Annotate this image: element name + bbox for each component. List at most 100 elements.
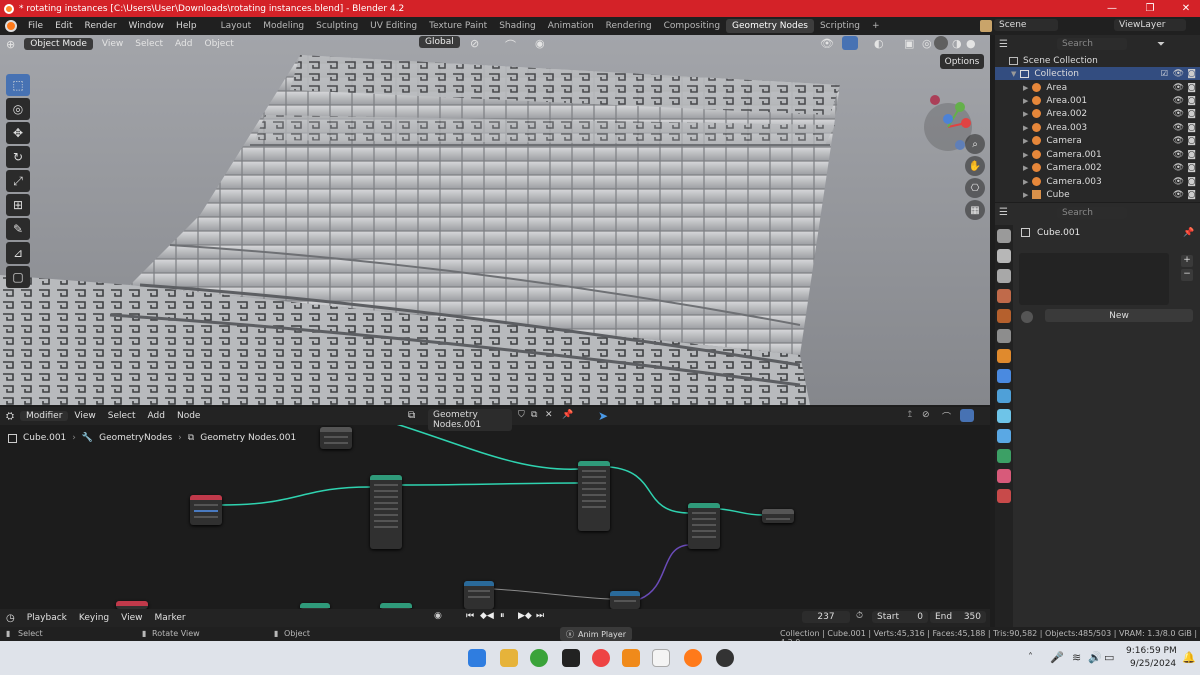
- menu-render[interactable]: Render: [79, 21, 123, 31]
- filter-icon[interactable]: ⏷: [1157, 39, 1165, 50]
- snipping-tool-icon[interactable]: [652, 649, 670, 667]
- tab-animation[interactable]: Animation: [542, 19, 600, 33]
- view-layer-tab-icon[interactable]: [997, 289, 1011, 303]
- outliner-row[interactable]: ▶ Area.002 👁 ◙: [995, 107, 1200, 120]
- checkbox-icon[interactable]: ☑: [1161, 69, 1168, 78]
- view-layer-selector[interactable]: ViewLayer: [1114, 19, 1186, 31]
- node-transform-geometry[interactable]: [370, 475, 402, 549]
- scene-selector[interactable]: Scene: [994, 19, 1058, 31]
- texture-tab-icon[interactable]: [997, 489, 1011, 503]
- node-combine-xyz[interactable]: [610, 591, 640, 609]
- menu-add[interactable]: Add: [142, 411, 171, 421]
- menu-object[interactable]: Object: [198, 39, 239, 49]
- app-a-icon[interactable]: [562, 649, 580, 667]
- output-tab-icon[interactable]: [997, 269, 1011, 283]
- outliner-row[interactable]: ▶ Camera.002 👁 ◙: [995, 161, 1200, 174]
- visibility-icon[interactable]: 👁: [820, 37, 834, 50]
- modifier-tab-icon[interactable]: [997, 369, 1011, 383]
- menu-select[interactable]: Select: [129, 39, 169, 49]
- outliner-search-input[interactable]: Search: [1057, 38, 1127, 50]
- render-camera-icon[interactable]: ◙: [1187, 69, 1196, 79]
- solid-shading-icon[interactable]: [934, 36, 948, 50]
- menu-playback[interactable]: Playback: [21, 613, 73, 623]
- scene-tab-icon[interactable]: [997, 309, 1011, 323]
- tool-tab-icon[interactable]: [997, 229, 1011, 243]
- annotate-tool-icon[interactable]: ✎: [6, 218, 30, 240]
- xbox-icon[interactable]: [530, 649, 548, 667]
- close-button[interactable]: ✕: [1174, 0, 1198, 17]
- menu-window[interactable]: Window: [123, 21, 171, 31]
- jump-start-icon[interactable]: ⏮: [466, 611, 474, 621]
- speaker-icon[interactable]: 🔊: [1088, 651, 1102, 664]
- node-group-output[interactable]: [762, 509, 794, 523]
- tab-rendering[interactable]: Rendering: [600, 19, 658, 33]
- jump-end-icon[interactable]: ⏭: [536, 611, 544, 621]
- add-slot-button[interactable]: +: [1181, 255, 1193, 267]
- node-value[interactable]: [320, 427, 352, 449]
- outliner-row[interactable]: ▶ Area.003 👁 ◙: [995, 121, 1200, 134]
- add-workspace-button[interactable]: +: [866, 19, 886, 33]
- 3d-viewport[interactable]: [0, 35, 990, 405]
- zoom-icon[interactable]: ⌕: [965, 134, 985, 154]
- object-tab-icon[interactable]: [997, 349, 1011, 363]
- outliner-row-scene-collection[interactable]: Scene Collection: [995, 54, 1200, 67]
- render-camera-icon[interactable]: ◙: [1187, 163, 1196, 173]
- menu-select[interactable]: Select: [102, 411, 142, 421]
- menu-keying[interactable]: Keying: [73, 613, 115, 623]
- proportional-edit-icon[interactable]: ◉: [535, 37, 545, 50]
- start-frame-field[interactable]: Start 0: [872, 611, 928, 623]
- outliner-editor-icon[interactable]: ☰: [999, 39, 1008, 50]
- minimize-button[interactable]: —: [1100, 0, 1124, 17]
- chevron-up-icon[interactable]: ˄: [1028, 652, 1033, 663]
- overlay-icon[interactable]: ◐: [874, 37, 884, 50]
- rendered-shading-icon[interactable]: ●: [966, 37, 976, 50]
- wifi-icon[interactable]: ≋: [1072, 651, 1081, 664]
- timeline-editor-icon[interactable]: ◷: [0, 613, 21, 624]
- options-dropdown[interactable]: Options: [940, 54, 984, 69]
- outliner-row[interactable]: ▶ Area.001 👁 ◙: [995, 94, 1200, 107]
- material-sphere-icon[interactable]: [1021, 311, 1033, 323]
- menu-add[interactable]: Add: [169, 39, 198, 49]
- editor-type-icon[interactable]: ⊕: [0, 38, 21, 51]
- properties-search-input[interactable]: Search: [1057, 207, 1127, 219]
- vlc-icon[interactable]: [622, 649, 640, 667]
- fake-user-shield-icon[interactable]: ⛉: [518, 410, 525, 420]
- node-math[interactable]: [464, 581, 494, 609]
- perspective-grid-icon[interactable]: ▦: [965, 200, 985, 220]
- scale-tool-icon[interactable]: ⤢: [6, 170, 30, 192]
- constraints-tab-icon[interactable]: [997, 429, 1011, 443]
- record-icon[interactable]: ◉: [434, 611, 442, 621]
- unlink-x-icon[interactable]: ✕: [545, 410, 553, 420]
- current-frame-field[interactable]: 237: [802, 611, 850, 623]
- pause-icon[interactable]: ⏸: [500, 611, 505, 621]
- eye-icon[interactable]: 👁: [1173, 190, 1184, 200]
- render-camera-icon[interactable]: ◙: [1187, 83, 1196, 93]
- menu-edit[interactable]: Edit: [49, 21, 78, 31]
- taskbar-date[interactable]: 9/25/2024: [1130, 659, 1176, 669]
- xray-icon[interactable]: ▣: [904, 37, 914, 50]
- eye-icon[interactable]: 👁: [1173, 123, 1184, 133]
- microphone-icon[interactable]: 🎤: [1050, 651, 1064, 664]
- magnet-icon[interactable]: ⌒: [942, 410, 951, 423]
- menu-view[interactable]: View: [68, 411, 101, 421]
- tab-geometry-nodes[interactable]: Geometry Nodes: [726, 19, 814, 33]
- render-camera-icon[interactable]: ◙: [1187, 109, 1196, 119]
- node-scene-time[interactable]: [116, 601, 148, 609]
- tab-sculpting[interactable]: Sculpting: [310, 19, 364, 33]
- menu-view[interactable]: View: [115, 613, 148, 623]
- close-circle-icon[interactable]: ⓧ: [566, 629, 574, 640]
- move-tool-icon[interactable]: ✥: [6, 122, 30, 144]
- outliner-row[interactable]: ▶ Camera 👁 ◙: [995, 134, 1200, 147]
- obs-icon[interactable]: [716, 649, 734, 667]
- tab-texture-paint[interactable]: Texture Paint: [423, 19, 493, 33]
- rotate-tool-icon[interactable]: ↻: [6, 146, 30, 168]
- render-camera-icon[interactable]: ◙: [1187, 150, 1196, 160]
- expand-icon[interactable]: ▼: [1011, 70, 1016, 78]
- render-camera-icon[interactable]: ◙: [1187, 190, 1196, 200]
- battery-icon[interactable]: ▭: [1104, 651, 1114, 664]
- snap-icon[interactable]: ⊘: [922, 410, 930, 420]
- menu-view[interactable]: View: [96, 39, 129, 49]
- breadcrumb-modifier[interactable]: GeometryNodes: [99, 433, 172, 443]
- breadcrumb-object[interactable]: Cube.001: [23, 433, 66, 443]
- measure-tool-icon[interactable]: ⊿: [6, 242, 30, 264]
